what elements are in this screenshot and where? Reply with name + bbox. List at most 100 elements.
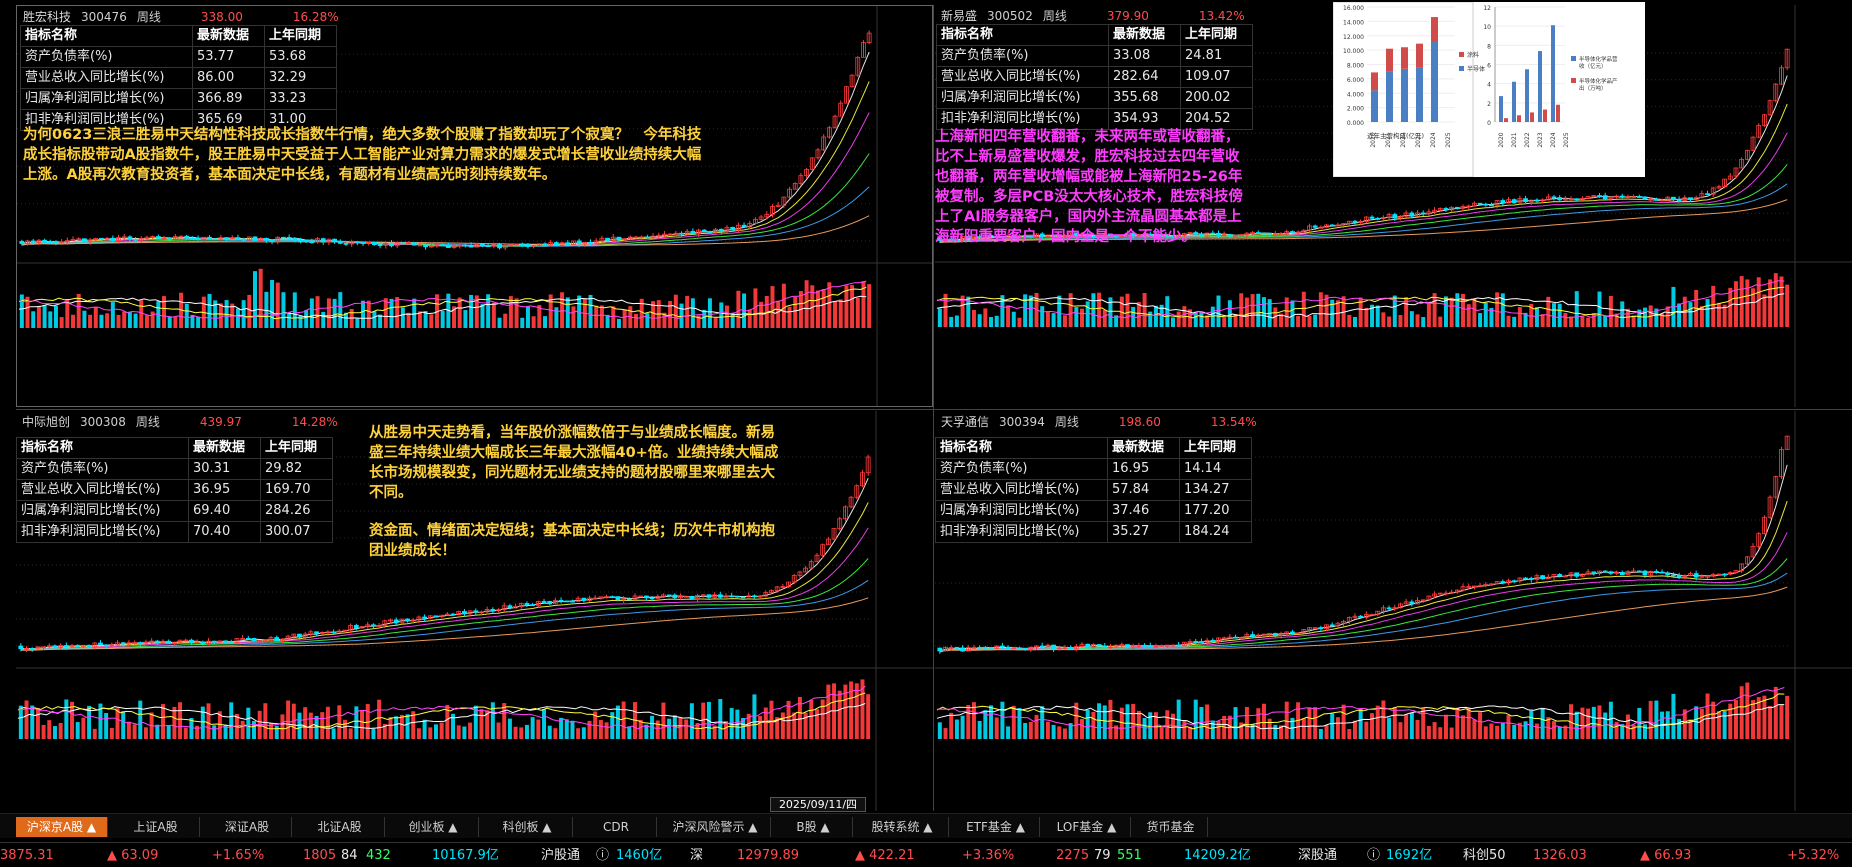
volume-bar	[132, 724, 137, 739]
candle-body	[1267, 232, 1273, 235]
market-tab[interactable]: LOF基金 ▲	[1043, 817, 1131, 837]
volume-bar	[395, 297, 400, 328]
table-row[interactable]: 营业总收入同比增长(%) 57.84 134.27	[935, 479, 1252, 501]
candle-body	[679, 232, 684, 235]
volume-bar	[1102, 705, 1107, 739]
volume-bar	[1534, 723, 1539, 739]
sgt-label: 深股通	[1298, 848, 1338, 863]
stock-panel-p3[interactable]: 中际旭创 300308 周线 439.97 14.28% 指标名称 最新数据 上年同期 资产负…	[16, 411, 933, 811]
table-row[interactable]: 营业总收入同比增长(%) 86.00 32.29	[20, 67, 337, 89]
inset-right-legend-label: 收（亿元）	[1579, 62, 1607, 70]
volume-bar	[184, 303, 189, 328]
table-row[interactable]: 营业总收入同比增长(%) 282.64 109.07	[936, 66, 1253, 88]
volume-bar	[1432, 293, 1437, 327]
candle-body	[1659, 571, 1665, 574]
volume-bar	[1642, 724, 1647, 739]
volume-bar	[1512, 724, 1517, 739]
volume-bar	[372, 311, 377, 328]
volume-bar	[491, 302, 496, 328]
table-header-cell: 最新数据	[1108, 24, 1181, 46]
candle-body	[29, 647, 35, 650]
stock-panel-p1[interactable]: 胜宏科技 300476 周线 338.00 16.28% 指标名称 最新数据 上年同期 资产负…	[16, 5, 933, 407]
candle-body	[337, 241, 343, 244]
volume-bar	[218, 303, 223, 328]
candle-body	[360, 241, 366, 245]
candle-body	[1250, 634, 1256, 637]
table-row[interactable]: 营业总收入同比增长(%) 36.95 169.70	[16, 479, 333, 501]
market-tab[interactable]: 上证A股	[112, 817, 200, 837]
table-header-cell: 上年同期	[1180, 24, 1253, 46]
table-row[interactable]: 归属净利润同比增长(%) 37.46 177.20	[935, 500, 1252, 522]
volume-bar	[400, 307, 405, 328]
volume-bar	[576, 728, 581, 739]
market-tab[interactable]: 深证A股	[203, 817, 292, 837]
volume-bar	[207, 293, 212, 328]
table-row[interactable]: 扣非净利润同比增长(%) 70.40 300.07	[16, 521, 333, 543]
kc50-pct: +5.32%	[1787, 848, 1840, 863]
volume-bar	[977, 720, 982, 739]
volume-bar	[1574, 291, 1579, 327]
inset-left-legend-label: 涂料	[1467, 51, 1479, 59]
volume-bar	[109, 727, 114, 739]
market-tab[interactable]: 货币基金	[1134, 817, 1208, 837]
table-row[interactable]: 资产负债率(%) 16.95 14.14	[935, 458, 1252, 480]
table-row[interactable]: 归属净利润同比增长(%) 355.68 200.02	[936, 87, 1253, 109]
table-row[interactable]: 资产负债率(%) 53.77 53.68	[20, 46, 337, 68]
candle-body	[1329, 224, 1335, 227]
market-tab[interactable]: ETF基金 ▲	[952, 817, 1040, 837]
volume-bar	[183, 727, 188, 739]
volume-bar	[422, 719, 427, 739]
market-tab[interactable]: 沪深风险警示 ▲	[660, 817, 771, 837]
candle-body	[389, 242, 394, 247]
hgt-info-icon[interactable]: ⓘ	[596, 843, 609, 867]
candle-body	[75, 644, 81, 647]
market-tabs: 沪深京A股 ▲ 上证A股 深证A股 北证A股 创业板 ▲ 科创板 ▲ CDR 沪深风险警示 ▲…	[0, 813, 1852, 838]
volume-bar	[1051, 313, 1056, 327]
stock-panel-p4[interactable]: 天孚通信 300394 周线 198.60 13.54% 指标名称 最新数据 上年同期 资产负…	[935, 411, 1852, 811]
volume-bar	[1779, 276, 1784, 327]
candle-body	[1540, 575, 1546, 580]
volume-bar	[599, 305, 604, 328]
table-cell: 53.77	[192, 46, 265, 68]
candle-body	[98, 642, 103, 646]
volume-bar	[1580, 316, 1585, 327]
market-tab[interactable]: 科创板 ▲	[482, 817, 573, 837]
volume-bar	[1722, 711, 1727, 739]
volume-bar	[792, 712, 797, 739]
volume-bar	[1131, 703, 1136, 739]
market-tab[interactable]: 沪深京A股 ▲	[16, 817, 108, 837]
volume-bar	[143, 727, 148, 739]
inset-left-bar-paint	[1386, 48, 1393, 72]
volume-bar	[167, 316, 172, 328]
market-tab[interactable]: 创业板 ▲	[388, 817, 479, 837]
volume-bar	[966, 704, 971, 739]
table-row[interactable]: 扣非净利润同比增长(%) 35.27 184.24	[935, 521, 1252, 543]
candle-body	[1261, 232, 1267, 235]
volume-bar	[1387, 717, 1392, 739]
table-cell: 284.26	[260, 500, 333, 522]
table-cell: 29.82	[260, 458, 333, 480]
table-row[interactable]: 资产负债率(%) 30.31 29.82	[16, 458, 333, 480]
volume-bar	[377, 699, 382, 739]
candle-body	[1312, 627, 1318, 629]
candle-body	[286, 237, 292, 239]
market-tab[interactable]: 北证A股	[295, 817, 385, 837]
market-tab[interactable]: CDR	[576, 817, 657, 837]
volume-bar	[571, 306, 576, 328]
volume-bar	[1347, 314, 1352, 327]
candle-body	[690, 230, 696, 235]
volume-bar	[949, 712, 954, 739]
table-row[interactable]: 资产负债率(%) 33.08 24.81	[936, 45, 1253, 67]
volume-bar	[337, 705, 342, 739]
candle-body	[954, 647, 960, 649]
table-row[interactable]: 归属净利润同比增长(%) 366.89 33.23	[20, 88, 337, 110]
table-header-row: 指标名称 最新数据 上年同期	[16, 437, 333, 459]
volume-bar	[820, 699, 825, 739]
inset-right-legend-label: 半导体化学品产	[1579, 77, 1618, 85]
table-row[interactable]: 归属净利润同比增长(%) 69.40 284.26	[16, 500, 333, 522]
period-label: 周线	[1054, 415, 1079, 429]
market-tab[interactable]: B股 ▲	[774, 817, 853, 837]
trading-terminal: { "panels": [ { "id": "p1", "stock_name"…	[0, 0, 1852, 867]
sgt-info-icon[interactable]: ⓘ	[1367, 843, 1380, 867]
market-tab[interactable]: 股转系统 ▲	[856, 817, 949, 837]
